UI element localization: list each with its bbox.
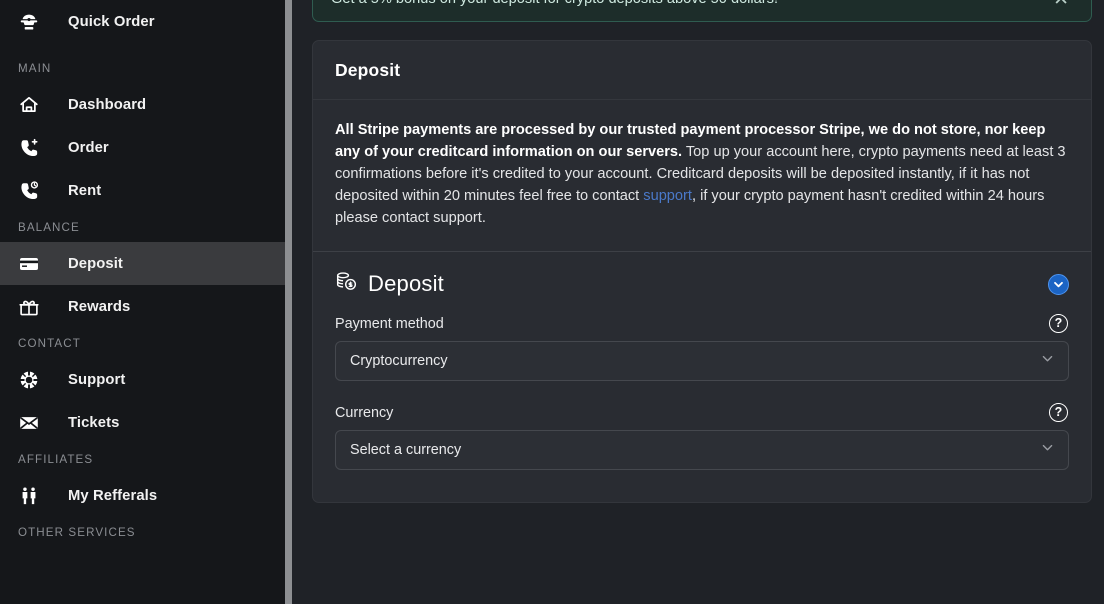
sidebar-item-my-refferals[interactable]: My Refferals [0, 474, 292, 517]
coins-dollar-icon [335, 270, 358, 298]
payment-method-label-row: Payment method ? [335, 314, 1069, 333]
deposit-description: All Stripe payments are processed by our… [313, 100, 1091, 252]
deposit-form-title: Deposit [368, 271, 444, 296]
currency-value: Select a currency [350, 442, 462, 458]
sidebar-item-label: Order [68, 139, 109, 156]
credit-card-icon [18, 252, 46, 276]
phone-clock-icon [18, 179, 46, 203]
currency-label-row: Currency ? [335, 403, 1069, 422]
sidebar-item-label: Quick Order [68, 13, 155, 30]
gift-icon [18, 295, 46, 319]
question-mark-icon[interactable]: ? [1049, 403, 1068, 422]
promo-banner: Get a 5% bonus on your deposit for crypt… [312, 0, 1092, 22]
deposit-form: Deposit Payment method ? Cryptocurrency … [313, 252, 1091, 502]
sidebar-section-main: MAIN [18, 61, 52, 75]
deposit-card-header: Deposit [313, 41, 1091, 100]
sidebar-item-label: Rewards [68, 298, 131, 315]
sidebar-item-label: Support [68, 371, 126, 388]
sidebar-item-quick-order[interactable]: Quick Order [0, 0, 292, 43]
sidebar-item-tickets[interactable]: Tickets [0, 401, 292, 444]
home-icon [18, 93, 46, 117]
sidebar-item-label: Dashboard [68, 96, 147, 113]
sidebar-section-other-services: OTHER SERVICES [18, 525, 136, 539]
deposit-form-header: Deposit [335, 270, 1069, 298]
chevron-down-circle-icon[interactable] [1048, 273, 1069, 295]
deposit-form-header-left: Deposit [335, 270, 444, 298]
sidebar-item-deposit[interactable]: Deposit [0, 242, 292, 285]
app-root: Quick Order MAIN Dashboard Order Rent BA… [0, 0, 1104, 604]
sidebar-item-label: Deposit [68, 255, 123, 272]
payment-method-field: Payment method ? Cryptocurrency [335, 314, 1069, 381]
currency-select[interactable]: Select a currency [335, 430, 1069, 470]
sidebar-item-rent[interactable]: Rent [0, 169, 292, 212]
deposit-card: Deposit All Stripe payments are processe… [312, 40, 1092, 503]
sidebar-scrollbar-thumb[interactable] [285, 0, 292, 604]
sidebar-item-rewards[interactable]: Rewards [0, 285, 292, 328]
sidebar-item-order[interactable]: Order [0, 126, 292, 169]
envelope-icon [18, 411, 46, 435]
page-title: Deposit [335, 60, 401, 80]
sidebar-item-label: Rent [68, 182, 102, 199]
sidebar-item-support[interactable]: Support [0, 358, 292, 401]
close-icon[interactable]: ✕ [1049, 0, 1073, 11]
phone-plus-icon [18, 136, 46, 160]
chevron-down-icon [1041, 352, 1054, 370]
payment-method-label: Payment method [335, 315, 444, 332]
support-link[interactable]: support [643, 188, 692, 204]
main-content: Get a 5% bonus on your deposit for crypt… [292, 0, 1104, 604]
sidebar: Quick Order MAIN Dashboard Order Rent BA… [0, 0, 292, 604]
sidebar-section-contact: CONTACT [18, 336, 81, 350]
currency-label: Currency [335, 404, 394, 421]
sidebar-item-label: Tickets [68, 414, 120, 431]
sidebar-section-affiliates: AFFILIATES [18, 452, 94, 466]
payment-method-select[interactable]: Cryptocurrency [335, 341, 1069, 381]
sidebar-scrollbar-track[interactable] [285, 0, 292, 604]
payment-method-value: Cryptocurrency [350, 353, 448, 369]
sidebar-item-dashboard[interactable]: Dashboard [0, 83, 292, 126]
sidebar-section-balance: BALANCE [18, 220, 80, 234]
telephone-icon [18, 10, 46, 34]
lifebuoy-icon [18, 368, 46, 392]
chevron-down-icon [1041, 441, 1054, 459]
people-icon [18, 484, 46, 508]
field-spacer [335, 385, 1069, 403]
question-mark-icon[interactable]: ? [1049, 314, 1068, 333]
promo-banner-text: Get a 5% bonus on your deposit for crypt… [331, 0, 778, 6]
sidebar-item-label: My Refferals [68, 487, 158, 504]
currency-field: Currency ? Select a currency [335, 403, 1069, 470]
